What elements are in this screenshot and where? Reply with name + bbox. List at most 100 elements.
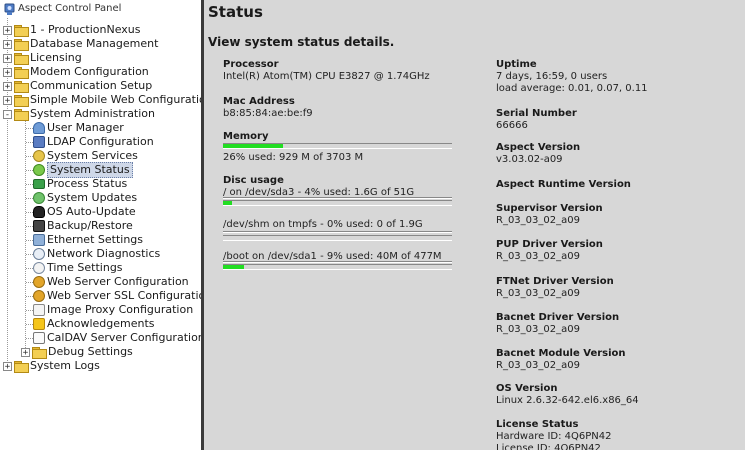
tree-branch: [26, 240, 33, 241]
sidebar-item-ldap-configuration[interactable]: LDAP Configuration: [33, 135, 154, 149]
sidebar-item-label: Simple Mobile Web Configuration: [30, 93, 202, 106]
memory-value: 26% used: 929 M of 3703 M: [223, 152, 364, 163]
sidebar-item-modem-configuration[interactable]: + Modem Configuration: [3, 65, 149, 79]
pup-version-label: PUP Driver Version: [496, 239, 603, 250]
ftnet-version-label: FTNet Driver Version: [496, 276, 614, 287]
folder-icon: [14, 80, 29, 93]
bacnet-module-version-label: Bacnet Module Version: [496, 348, 626, 359]
open-folder-icon: [14, 108, 29, 121]
sidebar-item-label: Ethernet Settings: [47, 233, 143, 246]
disc-usage-fill: [223, 265, 244, 269]
tree-branch: [26, 338, 33, 339]
image-icon: [33, 304, 45, 316]
expand-plus-icon[interactable]: +: [3, 67, 12, 77]
tree-branch: [26, 142, 33, 143]
disc-separator: [223, 231, 452, 233]
sidebar-item-label: System Services: [47, 149, 138, 162]
bacnet-module-version-value: R_03_03_02_a09: [496, 360, 580, 371]
ldap-users-icon: [33, 136, 45, 148]
sidebar-item-system-services[interactable]: System Services: [33, 149, 138, 163]
user-icon: [33, 122, 45, 134]
sidebar-item-label: System Status: [47, 162, 133, 178]
processor-label: Processor: [223, 59, 279, 70]
tree-branch: [26, 184, 33, 185]
sidebar-item-acknowledgements[interactable]: Acknowledgements: [33, 317, 155, 331]
sidebar-item-os-auto-update[interactable]: OS Auto-Update: [33, 205, 136, 219]
sidebar-item-label: Process Status: [47, 177, 128, 190]
sidebar-item-caldav-server[interactable]: CalDAV Server Configuration: [33, 331, 202, 345]
page-subtitle: View system status details.: [208, 35, 395, 49]
web-server-icon: [33, 276, 45, 288]
sidebar-item-image-proxy[interactable]: Image Proxy Configuration: [33, 303, 193, 317]
collapse-minus-icon[interactable]: -: [3, 109, 12, 119]
sidebar-item-debug-settings[interactable]: + Debug Settings: [21, 345, 133, 359]
expand-plus-icon[interactable]: +: [21, 347, 30, 357]
sidebar-item-user-manager[interactable]: User Manager: [33, 121, 124, 135]
folder-icon: [14, 38, 29, 51]
sidebar-item-web-server-configuration[interactable]: Web Server Configuration: [33, 275, 189, 289]
disc-usage-bar: [223, 235, 452, 241]
sidebar-item-communication-setup[interactable]: + Communication Setup: [3, 79, 152, 93]
expand-plus-icon[interactable]: +: [3, 39, 12, 49]
sidebar-item-web-server-ssl[interactable]: Web Server SSL Configuration: [33, 289, 202, 303]
memory-usage-fill: [223, 144, 283, 148]
sidebar-item-productionnexus[interactable]: + 1 - ProductionNexus: [3, 23, 141, 37]
sidebar-item-system-updates[interactable]: System Updates: [33, 191, 137, 205]
sidebar-item-label: Database Management: [30, 37, 159, 50]
aspect-version-value: v3.03.02-a09: [496, 154, 563, 165]
supervisor-version-value: R_03_03_02_a09: [496, 215, 580, 226]
sidebar-item-system-logs[interactable]: + System Logs: [3, 359, 100, 373]
expand-plus-icon[interactable]: +: [3, 361, 12, 371]
folder-icon: [14, 24, 29, 37]
uptime-value: 7 days, 16:59, 0 users: [496, 71, 608, 82]
sidebar-item-label: Time Settings: [47, 261, 123, 274]
calendar-icon: [33, 332, 45, 344]
bacnet-driver-version-value: R_03_03_02_a09: [496, 324, 580, 335]
sidebar-item-label: 1 - ProductionNexus: [30, 23, 141, 36]
disc-usage-label: Disc usage: [223, 175, 284, 186]
linux-penguin-icon: [33, 206, 45, 218]
sidebar-item-ethernet-settings[interactable]: Ethernet Settings: [33, 233, 143, 247]
hardware-id-value: Hardware ID: 4Q6PN42: [496, 431, 612, 442]
tree-branch: [26, 156, 33, 157]
bacnet-driver-version-label: Bacnet Driver Version: [496, 312, 620, 323]
disc-usage-bar: [223, 200, 452, 206]
tree-branch: [26, 128, 33, 129]
tree-root[interactable]: Aspect Control Panel: [3, 2, 121, 16]
tree-branch: [26, 254, 33, 255]
sidebar-item-simple-mobile-web[interactable]: + Simple Mobile Web Configuration: [3, 93, 202, 107]
sidebar-item-label: Acknowledgements: [47, 317, 155, 330]
ssl-icon: [33, 290, 45, 302]
license-id-value: License ID: 4Q6PN42: [496, 443, 601, 450]
sidebar-item-process-status[interactable]: Process Status: [33, 177, 127, 191]
sidebar-item-network-diagnostics[interactable]: Network Diagnostics: [33, 247, 160, 261]
expand-plus-icon[interactable]: +: [3, 25, 12, 35]
tree-branch: [26, 268, 33, 269]
uptime-label: Uptime: [496, 59, 537, 70]
sidebar-item-label: LDAP Configuration: [47, 135, 154, 148]
sidebar-item-licensing[interactable]: + Licensing: [3, 51, 82, 65]
disc-separator: [223, 197, 452, 199]
sidebar-item-time-settings[interactable]: Time Settings: [33, 261, 123, 275]
os-version-label: OS Version: [496, 383, 558, 394]
expand-plus-icon[interactable]: +: [3, 95, 12, 105]
services-icon: [33, 150, 45, 162]
expand-plus-icon[interactable]: +: [3, 81, 12, 91]
sidebar-item-database-management[interactable]: + Database Management: [3, 37, 158, 51]
serial-number-value: 66666: [496, 120, 528, 131]
tree-branch: [26, 170, 33, 171]
sidebar-item-system-status[interactable]: System Status: [33, 162, 133, 178]
folder-icon: [14, 94, 29, 107]
sidebar-item-system-administration[interactable]: - System Administration: [3, 107, 155, 121]
sidebar-item-label: System Administration: [30, 107, 156, 120]
folder-icon: [14, 52, 29, 65]
folder-icon: [14, 66, 29, 79]
folder-icon: [14, 360, 29, 373]
star-icon: [33, 318, 45, 330]
processor-value: Intel(R) Atom(TM) CPU E3827 @ 1.74GHz: [223, 71, 430, 82]
sidebar-item-label: Debug Settings: [48, 345, 133, 358]
disc-entry-text: /dev/shm on tmpfs - 0% used: 0 of 1.9G: [223, 219, 423, 230]
sidebar-item-backup-restore[interactable]: Backup/Restore: [33, 219, 133, 233]
expand-plus-icon[interactable]: +: [3, 53, 12, 63]
navigation-tree: Aspect Control Panel + 1 - ProductionNex…: [0, 0, 202, 450]
